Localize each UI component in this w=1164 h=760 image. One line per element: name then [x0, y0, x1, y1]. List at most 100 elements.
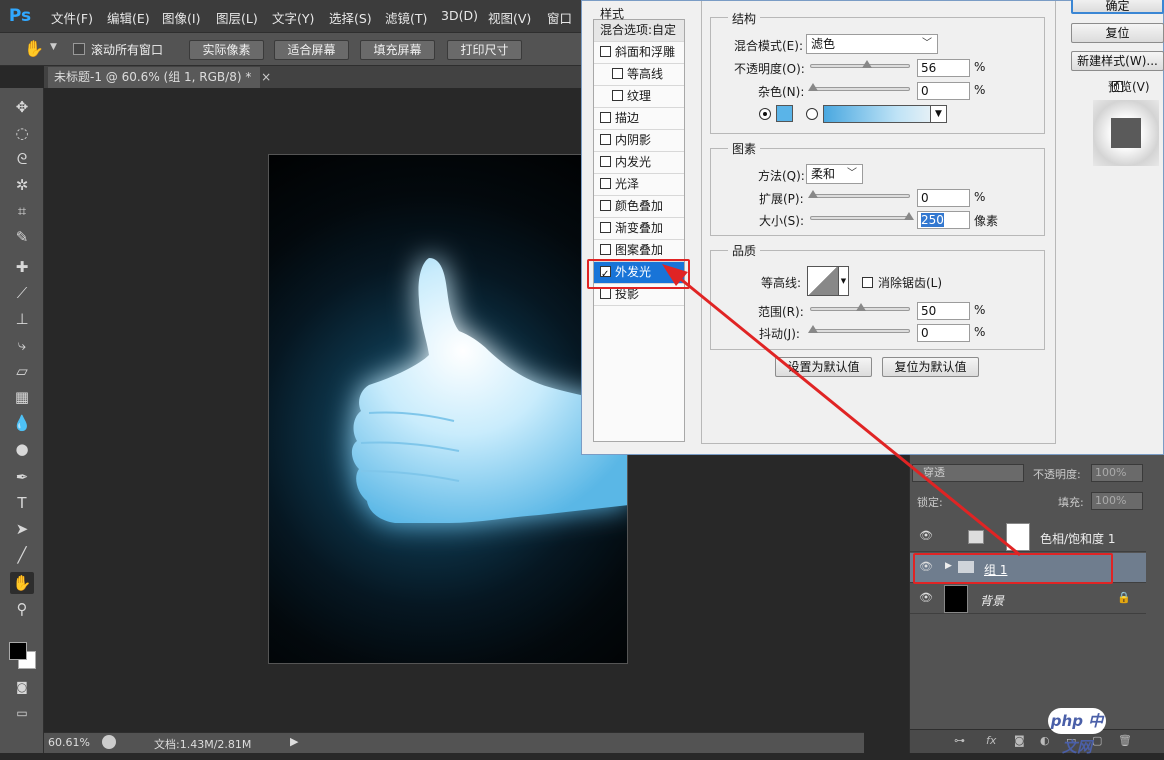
foreground-color-swatch[interactable] [9, 642, 27, 660]
glow-gradient-picker[interactable]: ▼ [823, 105, 947, 123]
size-slider[interactable] [810, 212, 914, 220]
menu-view[interactable]: 视图(V) [488, 8, 531, 27]
set-default-button[interactable]: 设置为默认值 [775, 357, 872, 377]
adjustment-icon[interactable]: ◐ [1040, 734, 1050, 747]
clone-stamp-tool-icon[interactable]: ⊥ [10, 308, 34, 330]
menu-type[interactable]: 文字(Y) [272, 8, 314, 27]
hand-tool-icon[interactable]: ✋ [10, 572, 34, 594]
slider-thumb[interactable] [904, 212, 914, 220]
style-item-satin[interactable]: 光泽 [594, 174, 684, 196]
noise-slider[interactable] [808, 83, 910, 91]
range-slider[interactable] [810, 303, 910, 311]
chevron-down-icon[interactable]: ▼ [930, 106, 946, 122]
jitter-slider[interactable] [808, 325, 910, 333]
style-item-gradient-overlay[interactable]: 渐变叠加 [594, 218, 684, 240]
slider-thumb[interactable] [862, 60, 872, 68]
range-input[interactable]: 50 [917, 302, 970, 320]
menu-layer[interactable]: 图层(L) [216, 8, 258, 27]
gradient-radio[interactable] [806, 108, 818, 120]
visibility-eye-icon[interactable]: 👁 [919, 529, 933, 542]
quick-mask-icon[interactable]: ◙ [10, 676, 34, 698]
eraser-tool-icon[interactable]: ▱ [10, 360, 34, 382]
style-checkbox[interactable] [612, 68, 623, 79]
link-layers-icon[interactable]: ⊶ [954, 734, 965, 747]
menu-filter[interactable]: 滤镜(T) [385, 8, 427, 27]
eyedropper-tool-icon[interactable]: ✎ [10, 226, 34, 248]
slider-thumb[interactable] [856, 303, 866, 311]
scroll-all-checkbox[interactable] [73, 43, 85, 55]
style-checkbox[interactable] [600, 200, 611, 211]
style-item-texture[interactable]: 纹理 [594, 86, 684, 108]
reset-default-button[interactable]: 复位为默认值 [882, 357, 979, 377]
reset-button[interactable]: 复位 [1071, 23, 1164, 43]
zoom-level[interactable]: 60.61% [48, 736, 90, 749]
menu-image[interactable]: 图像(I) [162, 8, 200, 27]
status-info-icon[interactable] [102, 735, 116, 749]
style-item-inner-shadow[interactable]: 内阴影 [594, 130, 684, 152]
style-checkbox[interactable] [600, 244, 611, 255]
dodge-tool-icon[interactable]: ● [10, 438, 34, 460]
fill-screen-button[interactable]: 填充屏幕 [360, 40, 435, 60]
close-tab-icon[interactable]: × [261, 70, 271, 84]
history-brush-tool-icon[interactable]: ⤷ [10, 334, 34, 356]
style-item-stroke[interactable]: 描边 [594, 108, 684, 130]
style-item-inner-glow[interactable]: 内发光 [594, 152, 684, 174]
style-checkbox[interactable] [600, 46, 611, 57]
type-tool-icon[interactable]: T [10, 492, 34, 514]
method-select[interactable]: 柔和 ﹀ [806, 164, 863, 184]
status-menu-arrow-icon[interactable]: ▶ [290, 735, 298, 748]
chevron-down-icon[interactable]: ▼ [839, 266, 849, 296]
ok-button[interactable]: 确定 [1071, 0, 1164, 14]
menu-window[interactable]: 窗口 [547, 8, 572, 27]
layer-blend-mode-select[interactable]: 穿透 [912, 464, 1024, 482]
style-checkbox[interactable] [612, 90, 623, 101]
fx-icon[interactable]: fx [986, 734, 996, 747]
antialias-checkbox[interactable] [862, 277, 873, 288]
spread-input[interactable]: 0 [917, 189, 970, 207]
layer-mask-thumbnail[interactable] [1006, 523, 1030, 551]
document-canvas[interactable] [268, 154, 628, 664]
blur-tool-icon[interactable]: 💧 [10, 412, 34, 434]
new-style-button[interactable]: 新建样式(W)... [1071, 51, 1164, 71]
layer-name[interactable]: 色相/饱和度 1 [1040, 530, 1116, 547]
pen-tool-icon[interactable]: ✒ [10, 466, 34, 488]
tool-preset-dropdown-icon[interactable]: ▼ [50, 42, 57, 52]
gradient-tool-icon[interactable]: ▦ [10, 386, 34, 408]
brush-tool-icon[interactable]: ⟋ [10, 282, 34, 304]
hand-tool-icon[interactable]: ✋ [24, 39, 44, 58]
move-tool-icon[interactable]: ✥ [10, 96, 34, 118]
blend-mode-select[interactable]: 滤色 ﹀ [806, 34, 938, 54]
style-checkbox[interactable] [600, 112, 611, 123]
screen-mode-icon[interactable]: ▭ [10, 702, 34, 724]
size-input[interactable]: 250 [917, 211, 970, 229]
path-selection-tool-icon[interactable]: ➤ [10, 518, 34, 540]
glow-color-swatch[interactable] [776, 105, 793, 122]
menu-select[interactable]: 选择(S) [329, 8, 372, 27]
slider-thumb[interactable] [808, 325, 818, 333]
style-checkbox[interactable] [600, 288, 611, 299]
jitter-input[interactable]: 0 [917, 324, 970, 342]
style-item-contour[interactable]: 等高线 [594, 64, 684, 86]
layer-row-hue-saturation[interactable]: 👁 色相/饱和度 1 [910, 522, 1146, 552]
new-layer-icon[interactable]: ▢ [1092, 734, 1102, 747]
visibility-eye-icon[interactable]: 👁 [919, 591, 933, 604]
style-checkbox[interactable] [600, 156, 611, 167]
layer-opacity-input[interactable]: 100% [1091, 464, 1143, 482]
spread-slider[interactable] [808, 190, 910, 198]
layer-fill-input[interactable]: 100% [1091, 492, 1143, 510]
slider-thumb[interactable] [808, 83, 818, 91]
style-checkbox[interactable] [600, 134, 611, 145]
menu-edit[interactable]: 编辑(E) [107, 8, 150, 27]
print-size-button[interactable]: 打印尺寸 [447, 40, 522, 60]
layer-name[interactable]: 背景 [980, 592, 1004, 609]
actual-pixels-button[interactable]: 实际像素 [189, 40, 264, 60]
healing-brush-tool-icon[interactable]: ✚ [10, 256, 34, 278]
lasso-tool-icon[interactable]: ᘓ [10, 148, 34, 170]
solid-color-radio[interactable] [759, 108, 771, 120]
menu-3d[interactable]: 3D(D) [441, 8, 478, 23]
noise-input[interactable]: 0 [917, 82, 970, 100]
opacity-slider[interactable] [810, 60, 910, 68]
crop-tool-icon[interactable]: ⌗ [10, 200, 34, 222]
fit-screen-button[interactable]: 适合屏幕 [274, 40, 349, 60]
slider-thumb[interactable] [808, 190, 818, 198]
